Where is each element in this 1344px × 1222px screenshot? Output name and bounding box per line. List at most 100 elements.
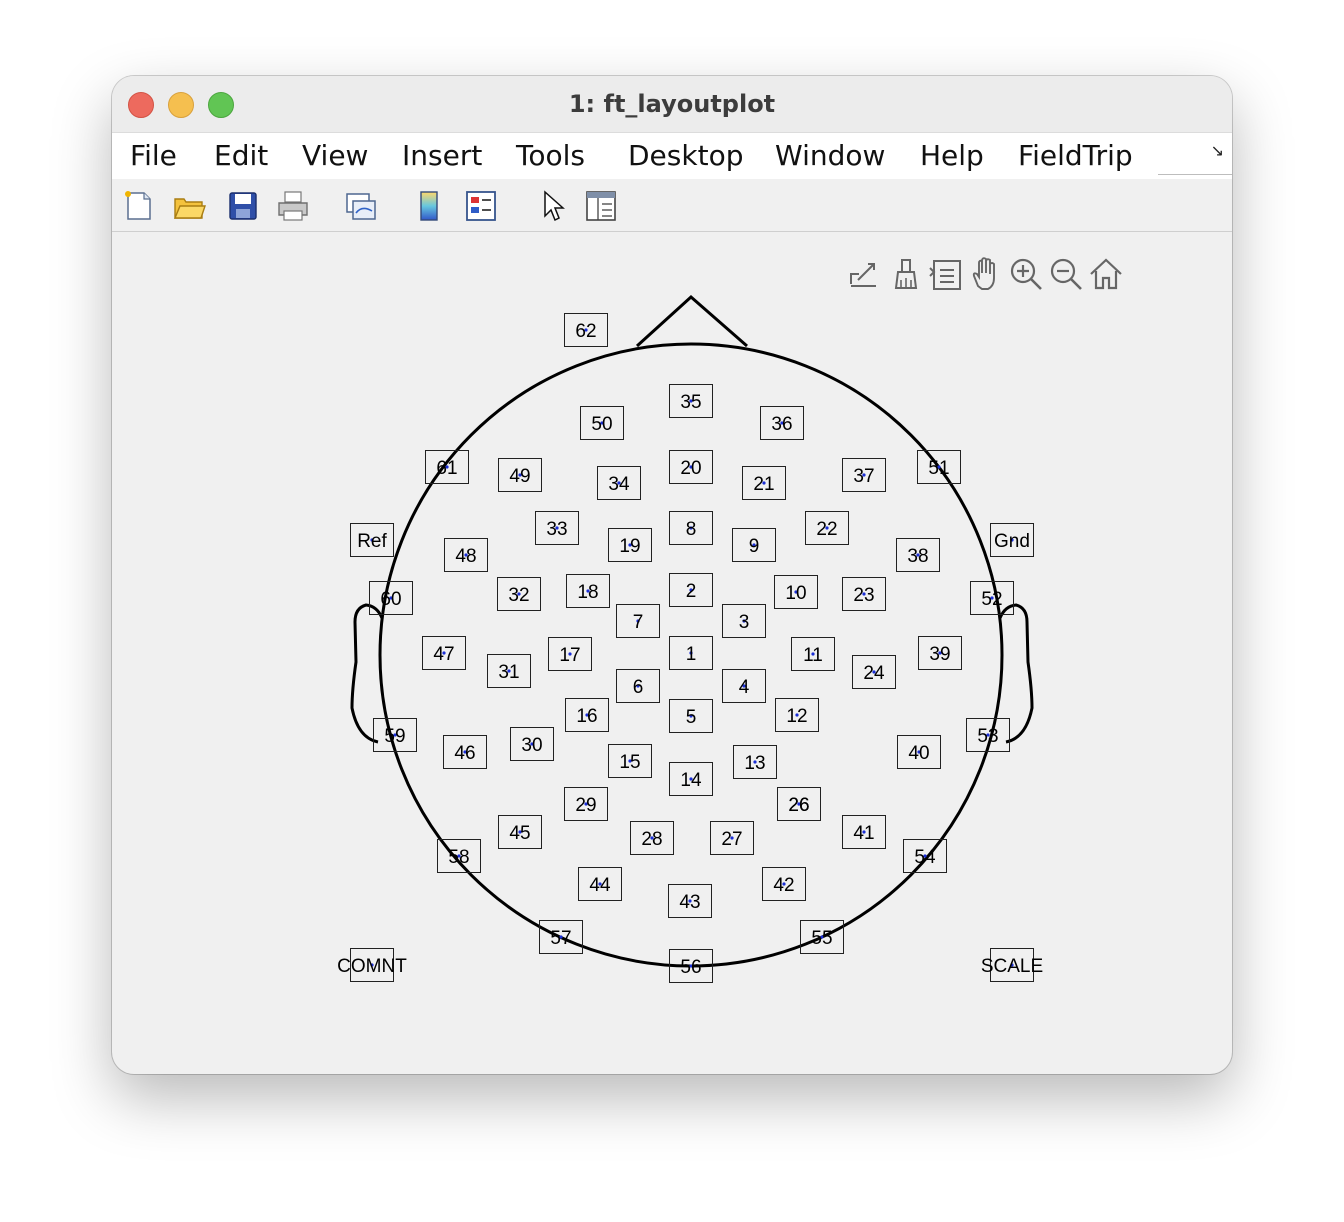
channel-label: 60 [380, 589, 401, 610]
channel-label: 30 [521, 735, 542, 756]
nose [635, 294, 748, 348]
channel-54: 54 [903, 839, 947, 873]
channel-label: 50 [591, 414, 612, 435]
channel-label: 19 [619, 536, 640, 557]
channel-44: 44 [578, 867, 622, 901]
channel-label: 61 [436, 458, 457, 479]
channel-label: 9 [749, 536, 760, 557]
channel-label: 55 [811, 928, 832, 949]
channel-27: 27 [710, 821, 754, 855]
channel-32: 32 [497, 577, 541, 611]
channel-label: 49 [509, 466, 530, 487]
channel-45: 45 [498, 815, 542, 849]
channel-33: 33 [535, 511, 579, 545]
channel-label: 13 [744, 753, 765, 774]
channel-label: 6 [633, 677, 644, 698]
channel-55: 55 [800, 920, 844, 954]
channel-37: 37 [842, 458, 886, 492]
channel-label: 47 [433, 644, 454, 665]
channel-13: 13 [733, 745, 777, 779]
channel-label: COMNT [337, 956, 407, 977]
channel-label: 41 [853, 823, 874, 844]
right-ear [998, 603, 1034, 744]
channel-11: 11 [791, 637, 835, 671]
channel-48: 48 [444, 538, 488, 572]
channel-28: 28 [630, 821, 674, 855]
channel-38: 38 [896, 538, 940, 572]
channel-label: 16 [576, 706, 597, 727]
channel-label: 11 [803, 645, 823, 666]
channel-label: 53 [977, 726, 998, 747]
channel-scale: SCALE [981, 948, 1043, 982]
channel-22: 22 [805, 511, 849, 545]
channel-label: 32 [508, 585, 529, 606]
channel-label: 37 [853, 466, 874, 487]
channel-label: 18 [577, 582, 598, 603]
channel-12: 12 [775, 698, 819, 732]
channel-39: 39 [918, 636, 962, 670]
channel-16: 16 [565, 698, 609, 732]
channel-ref: Ref [350, 523, 394, 557]
channel-26: 26 [777, 787, 821, 821]
channel-36: 36 [760, 406, 804, 440]
channel-19: 19 [608, 528, 652, 562]
channel-label: Ref [357, 531, 387, 552]
channel-3: 3 [722, 604, 766, 638]
channel-label: 21 [753, 474, 774, 495]
channel-label: 27 [721, 829, 742, 850]
channel-label: 26 [788, 795, 809, 816]
channel-label: 15 [619, 752, 640, 773]
channel-label: 59 [384, 726, 405, 747]
channel-label: 4 [739, 677, 750, 698]
layout-plot: 1234512131415161718192021222324262728293… [337, 294, 1043, 983]
channel-61: 61 [425, 450, 469, 484]
channel-label: 1 [686, 644, 697, 665]
channel-53: 53 [966, 718, 1010, 752]
channel-label: 42 [773, 875, 794, 896]
channel-comnt: COMNT [337, 948, 407, 982]
channel-label: 8 [686, 519, 697, 540]
channel-7: 7 [616, 604, 660, 638]
channel-label: 29 [575, 795, 596, 816]
channel-15: 15 [608, 744, 652, 778]
channel-label: 10 [785, 583, 806, 604]
channel-46: 46 [443, 735, 487, 769]
channel-23: 23 [842, 577, 886, 611]
channel-8: 8 [669, 511, 713, 545]
channel-label: 44 [589, 875, 611, 896]
channel-20: 20 [669, 450, 713, 484]
channel-label: 22 [816, 519, 837, 540]
channel-1: 1 [669, 636, 713, 670]
channel-24: 24 [852, 655, 896, 689]
channel-62: 62 [564, 313, 608, 347]
channel-label: 3 [739, 612, 750, 633]
channel-43: 43 [668, 884, 712, 918]
channel-label: 33 [546, 519, 567, 540]
channel-label: 28 [641, 829, 662, 850]
channel-label: 46 [454, 743, 475, 764]
channel-31: 31 [487, 654, 531, 688]
channel-14: 14 [669, 762, 713, 796]
channel-label: 36 [771, 414, 792, 435]
channel-42: 42 [762, 867, 806, 901]
channel-label: Gnd [994, 531, 1030, 552]
channel-59: 59 [373, 718, 417, 752]
channel-35: 35 [669, 384, 713, 418]
channel-label: 40 [908, 743, 929, 764]
channel-label: 34 [608, 474, 630, 495]
channel-label: 2 [686, 581, 697, 602]
channel-34: 34 [597, 466, 641, 500]
channel-18: 18 [566, 574, 610, 608]
channel-47: 47 [422, 636, 466, 670]
channel-9: 9 [732, 528, 776, 562]
channel-49: 49 [498, 458, 542, 492]
channel-label: 45 [509, 823, 530, 844]
channel-label: 23 [853, 585, 874, 606]
channel-label: 7 [633, 612, 644, 633]
channel-label: 20 [680, 458, 701, 479]
channel-51: 51 [917, 450, 961, 484]
channel-gnd: Gnd [990, 523, 1034, 557]
channel-label: 51 [928, 458, 949, 479]
channel-label: 57 [550, 928, 571, 949]
channel-label: 43 [679, 892, 700, 913]
